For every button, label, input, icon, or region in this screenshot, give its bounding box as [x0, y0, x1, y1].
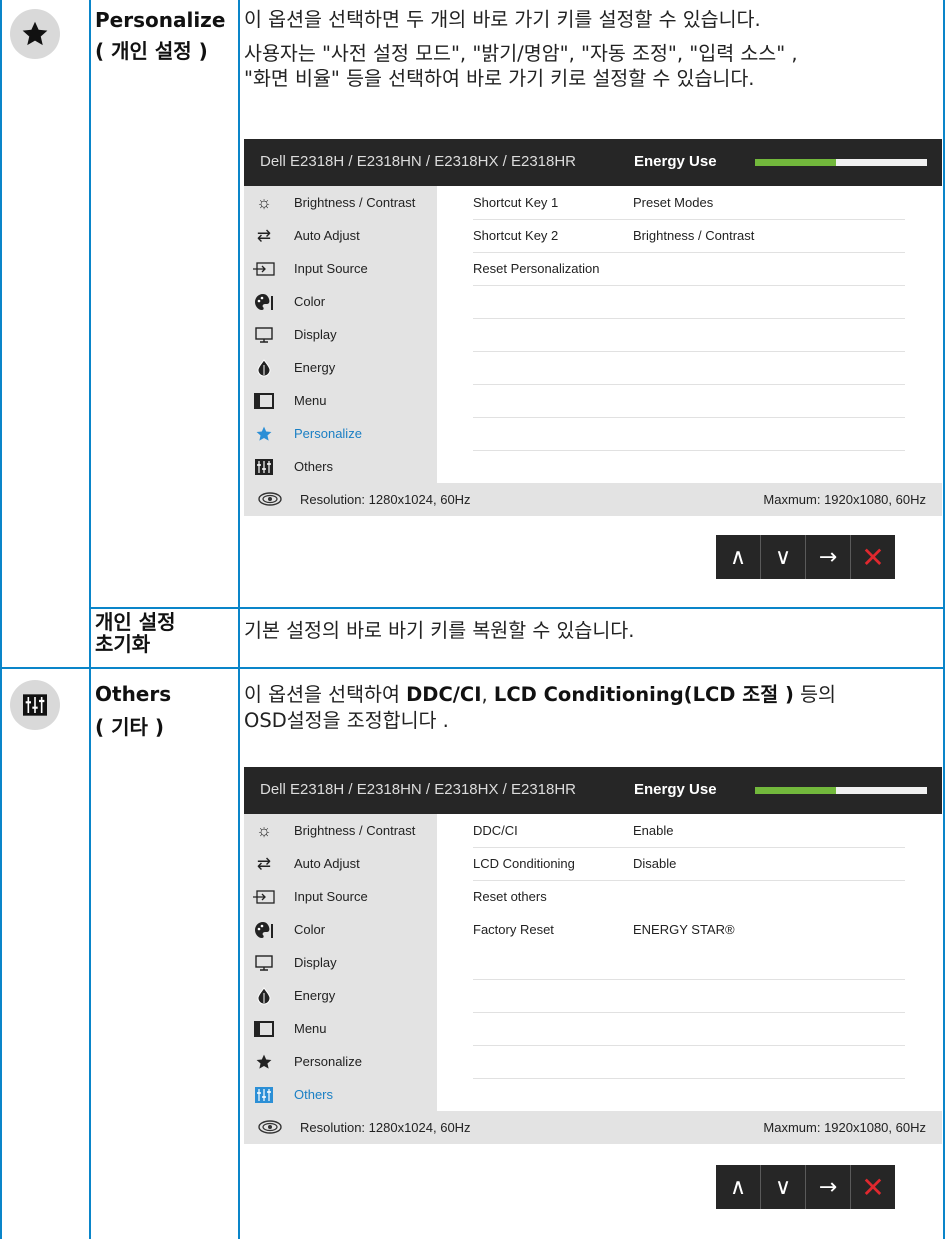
- menu-item-energy[interactable]: Energy: [244, 351, 437, 384]
- down-button[interactable]: ∨: [761, 1165, 806, 1209]
- menu-item-auto-adjust[interactable]: ⇄ Auto Adjust: [244, 847, 437, 880]
- row-divider-1: [89, 607, 945, 609]
- menu-item-energy[interactable]: Energy: [244, 979, 437, 1012]
- energy-use-label: Energy Use: [634, 153, 717, 170]
- close-button[interactable]: ✕: [851, 1165, 895, 1209]
- osd-empty-row: [473, 351, 905, 385]
- osd-option-row[interactable]: Reset others: [473, 880, 905, 913]
- osd-header: Dell E2318H / E2318HN / E2318HX / E2318H…: [244, 767, 942, 814]
- enter-arrow-button[interactable]: →: [806, 535, 851, 579]
- osd-title: Dell E2318H / E2318HN / E2318HX / E2318H…: [260, 153, 577, 170]
- input-source-icon: [252, 259, 276, 279]
- menu-item-menu[interactable]: Menu: [244, 384, 437, 417]
- others-title: Others ( 기타 ): [95, 682, 172, 739]
- menu-item-personalize[interactable]: Personalize: [244, 1045, 437, 1078]
- osd-empty-row: [473, 384, 905, 418]
- resolution-text: Resolution: 1280x1024, 60Hz: [300, 492, 471, 507]
- maximum-resolution-text: Maxmum: 1920x1080, 60Hz: [763, 492, 926, 507]
- display-monitor-icon: [252, 325, 276, 345]
- osd-menu: ☼ Brightness / Contrast ⇄ Auto Adjust Inpu…: [244, 814, 437, 1111]
- osd-option-row[interactable]: Factory Reset ENERGY STAR®: [473, 913, 905, 946]
- table-col-divider-2: [238, 0, 240, 1239]
- osd-empty-row: [473, 1012, 905, 1046]
- menu-item-input-source[interactable]: Input Source: [244, 880, 437, 913]
- resolution-eye-icon: [258, 1120, 282, 1134]
- enter-arrow-button[interactable]: →: [806, 1165, 851, 1209]
- osd-personalize-screenshot: Dell E2318H / E2318HN / E2318HX / E2318H…: [244, 139, 942, 516]
- others-description: 이 옵션을 선택하여 DDC/CI, LCD Conditioning(LCD …: [244, 683, 836, 732]
- osd-nav-buttons: ∧ ∨ → ✕: [716, 535, 895, 579]
- osd-empty-row: [473, 979, 905, 1013]
- up-button[interactable]: ∧: [716, 535, 761, 579]
- reset-personalization-title: 개인 설정 초기화: [95, 610, 176, 656]
- energy-leaf-icon: [252, 986, 276, 1006]
- osd-title: Dell E2318H / E2318HN / E2318HX / E2318H…: [260, 781, 577, 798]
- osd-option-row[interactable]: LCD Conditioning Disable: [473, 847, 905, 881]
- osd-option-row[interactable]: Reset Personalization: [473, 252, 905, 286]
- energy-use-label: Energy Use: [634, 781, 717, 798]
- osd-option-row[interactable]: Shortcut Key 1 Preset Modes: [473, 186, 905, 220]
- down-button[interactable]: ∨: [761, 535, 806, 579]
- osd-empty-row: [473, 318, 905, 352]
- osd-empty-row: [473, 946, 905, 980]
- others-sliders-icon: [10, 680, 60, 730]
- sliders-icon: [252, 457, 276, 477]
- sliders-icon: [252, 1085, 276, 1105]
- osd-empty-row: [473, 417, 905, 451]
- row-divider-2: [0, 667, 945, 669]
- osd-empty-row: [473, 1045, 905, 1079]
- osd-empty-row: [473, 285, 905, 319]
- osd-others-screenshot: Dell E2318H / E2318HN / E2318HX / E2318H…: [244, 767, 942, 1144]
- osd-option-row[interactable]: DDC/CI Enable: [473, 814, 905, 848]
- auto-adjust-icon: ⇄: [256, 853, 272, 873]
- menu-item-others[interactable]: Others: [244, 1078, 437, 1111]
- menu-item-display[interactable]: Display: [244, 318, 437, 351]
- menu-item-color[interactable]: Color: [244, 913, 437, 946]
- color-palette-icon: [252, 920, 276, 940]
- resolution-text: Resolution: 1280x1024, 60Hz: [300, 1120, 471, 1135]
- maximum-resolution-text: Maxmum: 1920x1080, 60Hz: [763, 1120, 926, 1135]
- star-icon: [252, 424, 276, 444]
- osd-options-panel: DDC/CI Enable LCD Conditioning Disable Res…: [437, 814, 942, 1111]
- color-palette-icon: [252, 292, 276, 312]
- energy-use-fill: [755, 159, 836, 166]
- menu-item-auto-adjust[interactable]: ⇄ Auto Adjust: [244, 219, 437, 252]
- osd-option-row[interactable]: Shortcut Key 2 Brightness / Contrast: [473, 219, 905, 253]
- energy-use-bar: [755, 787, 927, 794]
- menu-item-personalize[interactable]: Personalize: [244, 417, 437, 450]
- menu-item-color[interactable]: Color: [244, 285, 437, 318]
- menu-item-display[interactable]: Display: [244, 946, 437, 979]
- energy-use-bar: [755, 159, 927, 166]
- osd-status-bar: Resolution: 1280x1024, 60Hz Maxmum: 1920…: [244, 483, 942, 516]
- display-monitor-icon: [252, 953, 276, 973]
- input-source-icon: [252, 887, 276, 907]
- personalize-star-icon: [10, 9, 60, 59]
- sun-icon: ☼: [256, 820, 272, 840]
- close-button[interactable]: ✕: [851, 535, 895, 579]
- menu-item-brightness-contrast[interactable]: ☼ Brightness / Contrast: [244, 186, 437, 219]
- menu-item-brightness-contrast[interactable]: ☼ Brightness / Contrast: [244, 814, 437, 847]
- up-button[interactable]: ∧: [716, 1165, 761, 1209]
- energy-use-fill: [755, 787, 836, 794]
- resolution-eye-icon: [258, 492, 282, 506]
- sun-icon: ☼: [256, 192, 272, 212]
- menu-item-others[interactable]: Others: [244, 450, 437, 483]
- reset-personalization-description: 기본 설정의 바로 바기 키를 복원할 수 있습니다.: [244, 619, 635, 642]
- osd-nav-buttons: ∧ ∨ → ✕: [716, 1165, 895, 1209]
- personalize-title: Personalize ( 개인 설정 ): [95, 8, 226, 63]
- osd-options-panel: Shortcut Key 1 Preset Modes Shortcut Key …: [437, 186, 942, 483]
- osd-header: Dell E2318H / E2318HN / E2318HX / E2318H…: [244, 139, 942, 186]
- menu-window-icon: [252, 1019, 276, 1039]
- star-icon: [252, 1052, 276, 1072]
- menu-window-icon: [252, 391, 276, 411]
- osd-status-bar: Resolution: 1280x1024, 60Hz Maxmum: 1920…: [244, 1111, 942, 1144]
- table-col-divider-1: [89, 0, 91, 1239]
- table-left-border: [0, 0, 2, 1239]
- menu-item-input-source[interactable]: Input Source: [244, 252, 437, 285]
- personalize-description: 이 옵션을 선택하면 두 개의 바로 가기 키를 설정할 수 있습니다. 사용자…: [244, 8, 798, 91]
- energy-leaf-icon: [252, 358, 276, 378]
- menu-item-menu[interactable]: Menu: [244, 1012, 437, 1045]
- auto-adjust-icon: ⇄: [256, 225, 272, 245]
- osd-menu: ☼ Brightness / Contrast ⇄ Auto Adjust Inpu…: [244, 186, 437, 483]
